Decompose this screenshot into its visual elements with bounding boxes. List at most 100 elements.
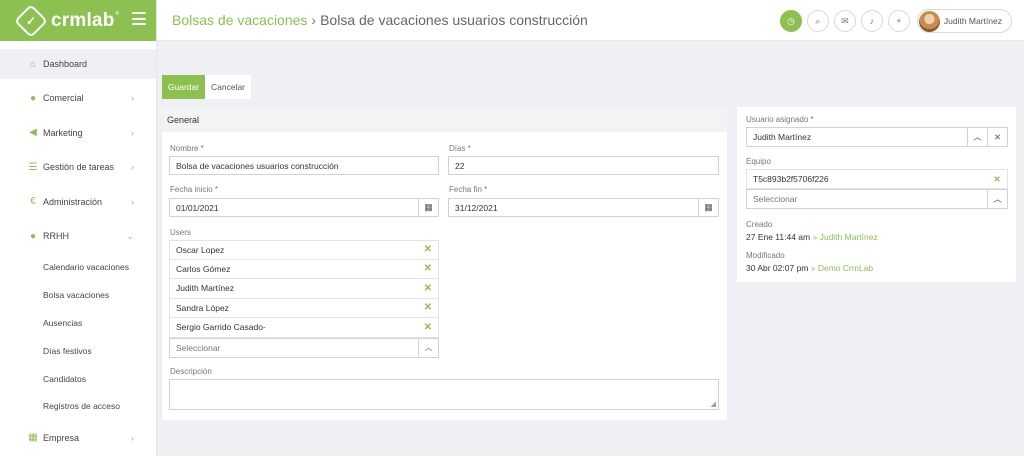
modificado-label: Modificado bbox=[746, 251, 785, 260]
sidebar-subitem-calendario[interactable]: Calendario vacaciones bbox=[0, 254, 156, 282]
sidebar-subitem-registros[interactable]: Registros de acceso bbox=[0, 392, 156, 420]
chevron-right-icon: › bbox=[131, 196, 134, 207]
remove-icon[interactable]: ✕ bbox=[424, 283, 432, 294]
fecha-inicio-value: 01/01/2021 bbox=[176, 202, 219, 213]
nombre-label: Nombre * bbox=[170, 144, 204, 153]
modificado-by-link[interactable]: » Demo CrmLab bbox=[811, 263, 873, 273]
users-select[interactable]: Seleccionar ︿ bbox=[169, 337, 439, 358]
cancel-button[interactable]: Cancelar bbox=[205, 75, 251, 99]
sidebar-item-label: Empresa bbox=[43, 432, 80, 443]
equipo-label: Equipo bbox=[746, 157, 771, 166]
sidebar-item-dashboard[interactable]: ⌂ Dashboard bbox=[0, 49, 156, 79]
modificado-date: 30 Abr 02:07 pm bbox=[746, 263, 809, 273]
mail-icon[interactable]: ✉ bbox=[833, 10, 856, 32]
sidebar-item-rrhh[interactable]: ● RRHH ⌄ bbox=[0, 219, 156, 254]
save-button[interactable]: Guardar bbox=[162, 75, 205, 99]
creado-value: 27 Ene 11:44 am » Judith Martínez bbox=[746, 232, 878, 242]
user-row-name: Carlos Gómez bbox=[176, 263, 231, 274]
brand-trademark: ® bbox=[115, 10, 120, 17]
chevron-right-icon: › bbox=[131, 127, 134, 138]
fecha-inicio-label: Fecha inicio * bbox=[170, 185, 219, 194]
fecha-fin-label: Fecha fin * bbox=[449, 185, 488, 194]
user-row-name: Judith Martínez bbox=[176, 283, 235, 294]
chevron-right-icon: › bbox=[131, 162, 134, 173]
calendar-icon[interactable]: ▦ bbox=[418, 199, 438, 216]
form-toolbar: Guardar Cancelar bbox=[162, 75, 251, 99]
sidebar-item-label: RRHH bbox=[43, 231, 69, 242]
sidebar-item-administracion[interactable]: € Administración › bbox=[0, 185, 156, 220]
sidebar-subitem-festivos[interactable]: Días festivos bbox=[0, 337, 156, 365]
list-item: Sandra López ✕ bbox=[169, 298, 439, 318]
nombre-field[interactable]: Bolsa de vacaciones usuarios construcció… bbox=[169, 156, 439, 175]
calendar-icon[interactable]: ▦ bbox=[698, 199, 718, 216]
logo-icon: ✓ bbox=[14, 3, 48, 38]
creado-by-link[interactable]: » Judith Martínez bbox=[813, 232, 878, 242]
brand-name: crmlab bbox=[51, 9, 115, 31]
fecha-fin-value: 31/12/2021 bbox=[455, 202, 498, 213]
sidebar-item-label: Marketing bbox=[43, 127, 83, 138]
brand-bar: ✓ crmlab ® bbox=[0, 0, 156, 41]
sidebar-item-comercial[interactable]: ● Comercial › bbox=[0, 81, 156, 116]
sidebar-item-label: Gestión de tareas bbox=[43, 162, 115, 173]
breadcrumb-separator: › bbox=[311, 12, 317, 28]
chevron-up-icon[interactable]: ︿ bbox=[967, 128, 987, 146]
dias-label: Días * bbox=[449, 144, 471, 153]
fecha-inicio-field[interactable]: 01/01/2021 ▦ bbox=[169, 198, 439, 217]
user-row-name: Sandra López bbox=[176, 302, 229, 313]
descripcion-label: Descripción bbox=[170, 367, 212, 376]
modificado-value: 30 Abr 02:07 pm » Demo CrmLab bbox=[746, 263, 873, 273]
remove-icon[interactable]: ✕ bbox=[424, 322, 432, 333]
breadcrumb-parent-link[interactable]: Bolsas de vacaciones bbox=[172, 12, 307, 28]
bell-icon[interactable]: ♪ bbox=[860, 10, 883, 32]
user-row-name: Sergio Garrido Casado- bbox=[176, 322, 266, 333]
clock-icon[interactable]: ◷ bbox=[779, 10, 802, 32]
chevron-up-icon[interactable]: ︿ bbox=[418, 338, 438, 357]
sidebar-nav: ⌂ Dashboard ● Comercial › ◀ Marketing › … bbox=[0, 49, 156, 455]
euro-icon: € bbox=[30, 196, 36, 208]
usuario-value: Judith Martínez bbox=[753, 132, 812, 142]
header-actions: ◷ ⌕ ✉ ♪ + Judith Martínez bbox=[779, 9, 1012, 33]
remove-icon[interactable]: ✕ bbox=[424, 263, 432, 274]
list-item: Sergio Garrido Casado- ✕ bbox=[169, 318, 439, 338]
creado-label: Creado bbox=[746, 220, 773, 229]
sidebar-item-tareas[interactable]: ☰ Gestión de tareas › bbox=[0, 150, 156, 185]
breadcrumb-current: Bolsa de vacaciones usuarios construcció… bbox=[320, 12, 588, 28]
resize-handle-icon[interactable]: ◢ bbox=[711, 400, 716, 408]
usuario-select[interactable]: Judith Martínez ︿ ✕ bbox=[746, 127, 1008, 147]
avatar bbox=[918, 10, 940, 32]
clear-icon[interactable]: ✕ bbox=[987, 128, 1007, 146]
equipo-select[interactable]: Seleccionar ︿ bbox=[746, 189, 1008, 209]
chevron-up-icon[interactable]: ︿ bbox=[987, 190, 1007, 208]
sidebar-item-label: Administración bbox=[43, 196, 103, 207]
plus-icon[interactable]: + bbox=[887, 10, 910, 32]
megaphone-icon: ◀ bbox=[29, 127, 37, 139]
remove-icon[interactable]: ✕ bbox=[987, 170, 1007, 188]
remove-icon[interactable]: ✕ bbox=[424, 302, 432, 313]
dias-value: 22 bbox=[455, 160, 465, 171]
sidebar-item-marketing[interactable]: ◀ Marketing › bbox=[0, 116, 156, 151]
sidebar-subitem-bolsa[interactable]: Bolsa vacaciones bbox=[0, 281, 156, 309]
sidebar-item-label: Comercial bbox=[43, 93, 84, 104]
nombre-value: Bolsa de vacaciones usuarios construcció… bbox=[176, 160, 339, 171]
equipo-item: T5c893b2f5706f226 ✕ bbox=[746, 169, 1008, 189]
menu-toggle-icon[interactable] bbox=[132, 12, 146, 25]
tasks-icon: ☰ bbox=[28, 161, 38, 173]
chevron-down-icon: ⌄ bbox=[126, 230, 134, 241]
dias-field[interactable]: 22 bbox=[448, 156, 719, 175]
general-panel: General Nombre * Bolsa de vacaciones usu… bbox=[162, 107, 727, 420]
sidebar: ✓ crmlab ® ⌂ Dashboard ● Comercial › ◀ M… bbox=[0, 0, 157, 456]
sidebar-subitem-ausencias[interactable]: Ausencias bbox=[0, 309, 156, 337]
descripcion-textarea[interactable]: ◢ bbox=[169, 379, 719, 410]
sidebar-item-empresa[interactable]: ▦ Empresa › bbox=[0, 420, 156, 455]
sidebar-subitem-candidatos[interactable]: Candidatos bbox=[0, 365, 156, 393]
top-header: Bolsas de vacaciones › Bolsa de vacaciones… bbox=[157, 0, 1024, 41]
users-label: Users bbox=[170, 228, 191, 237]
chevron-right-icon: › bbox=[131, 432, 134, 443]
sidebar-item-label: Dashboard bbox=[43, 59, 88, 69]
fecha-fin-field[interactable]: 31/12/2021 ▦ bbox=[448, 198, 719, 217]
remove-icon[interactable]: ✕ bbox=[424, 244, 432, 255]
assignment-panel: Usuario asignado * Judith Martínez ︿ ✕ E… bbox=[737, 107, 1016, 282]
search-icon[interactable]: ⌕ bbox=[806, 10, 829, 32]
user-row-name: Oscar Lopez bbox=[176, 244, 225, 255]
user-menu[interactable]: Judith Martínez bbox=[916, 9, 1012, 33]
